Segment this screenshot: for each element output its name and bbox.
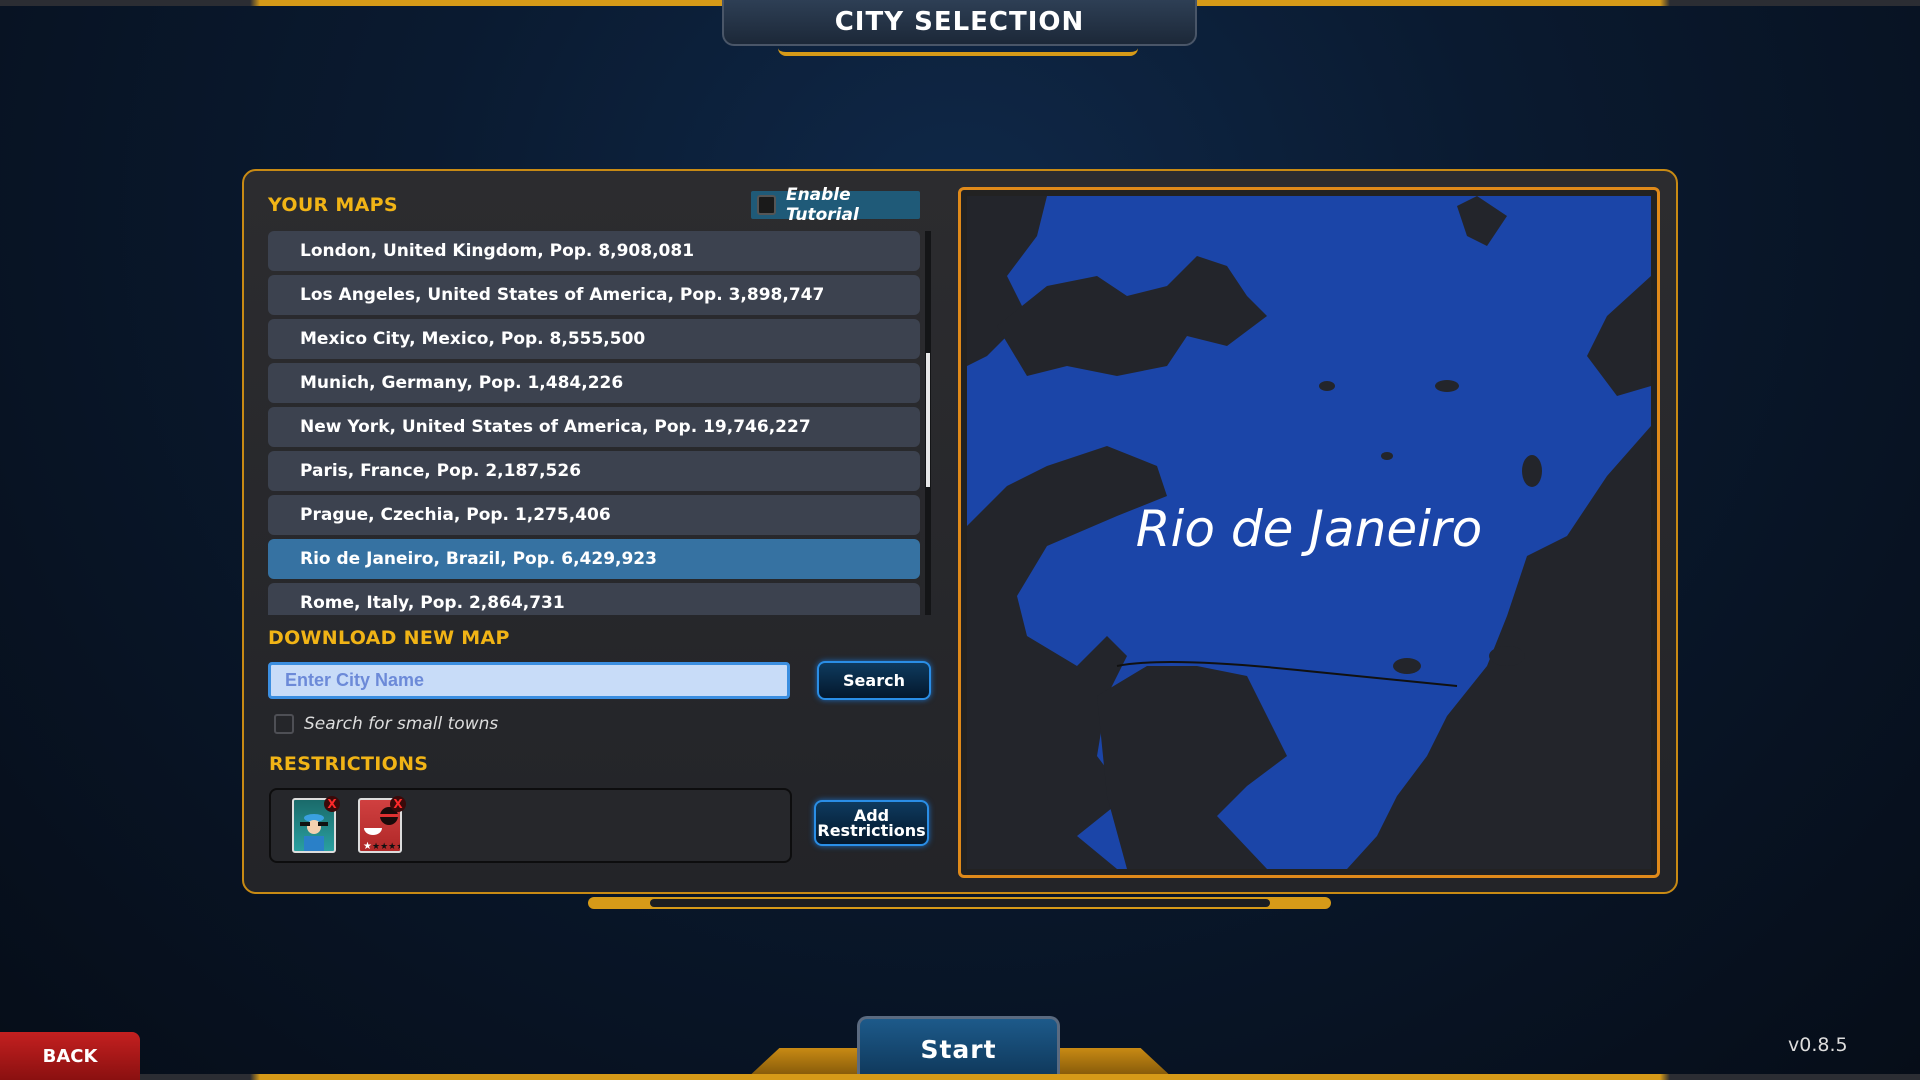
small-towns-label: Search for small towns [304, 714, 499, 734]
city-list-item[interactable]: Munich, Germany, Pop. 1,484,226 [268, 363, 920, 403]
start-button[interactable]: Start [857, 1016, 1060, 1080]
city-list-item[interactable]: New York, United States of America, Pop.… [268, 407, 920, 447]
restrictions-heading: RESTRICTIONS [269, 753, 429, 775]
police-restriction-card[interactable]: X [292, 796, 340, 853]
city-list: London, United Kingdom, Pop. 8,908,081 Lo… [268, 231, 920, 615]
version-label: v0.8.5 [1788, 1034, 1848, 1056]
restaurant-restriction-card[interactable]: ★★★★★ X [358, 796, 406, 853]
restrictions-box: X ★★★★★ X [269, 788, 792, 863]
city-list-item[interactable]: London, United Kingdom, Pop. 8,908,081 [268, 231, 920, 271]
map-city-name: Rio de Janeiro [1135, 500, 1483, 558]
list-scrollbar-thumb[interactable] [926, 353, 930, 487]
city-list-item[interactable]: Paris, France, Pop. 2,187,526 [268, 451, 920, 491]
tutorial-checkbox[interactable] [757, 195, 776, 215]
search-button[interactable]: Search [817, 661, 931, 700]
svg-text:★★★★: ★★★★ [372, 842, 400, 851]
city-list-item[interactable]: Rio de Janeiro, Brazil, Pop. 6,429,923 [268, 539, 920, 579]
small-towns-option[interactable]: Search for small towns [274, 714, 498, 734]
city-list-item[interactable]: Los Angeles, United States of America, P… [268, 275, 920, 315]
svg-text:★: ★ [363, 841, 372, 851]
bottom-border [0, 1074, 1920, 1080]
city-list-item[interactable]: Prague, Czechia, Pop. 1,275,406 [268, 495, 920, 535]
city-name-input[interactable]: Enter City Name [268, 662, 790, 699]
download-heading: DOWNLOAD NEW MAP [268, 627, 510, 649]
page-title: CITY SELECTION [722, 0, 1197, 46]
remove-restriction-icon[interactable]: X [324, 796, 340, 812]
add-restrictions-button[interactable]: Add Restrictions [814, 800, 929, 846]
city-list-item[interactable]: Mexico City, Mexico, Pop. 8,555,500 [268, 319, 920, 359]
city-list-item[interactable]: Rome, Italy, Pop. 2,864,731 [268, 583, 920, 615]
remove-restriction-icon[interactable]: X [390, 796, 406, 812]
small-towns-checkbox[interactable] [274, 714, 294, 734]
enable-tutorial-toggle[interactable]: Enable Tutorial [751, 185, 920, 225]
tutorial-label: Enable Tutorial [785, 185, 859, 225]
back-button[interactable]: BACK [0, 1032, 140, 1080]
your-maps-heading: YOUR MAPS [268, 194, 398, 216]
title-decoration [778, 46, 1138, 56]
panel-scroll-thumb[interactable] [650, 899, 1270, 907]
